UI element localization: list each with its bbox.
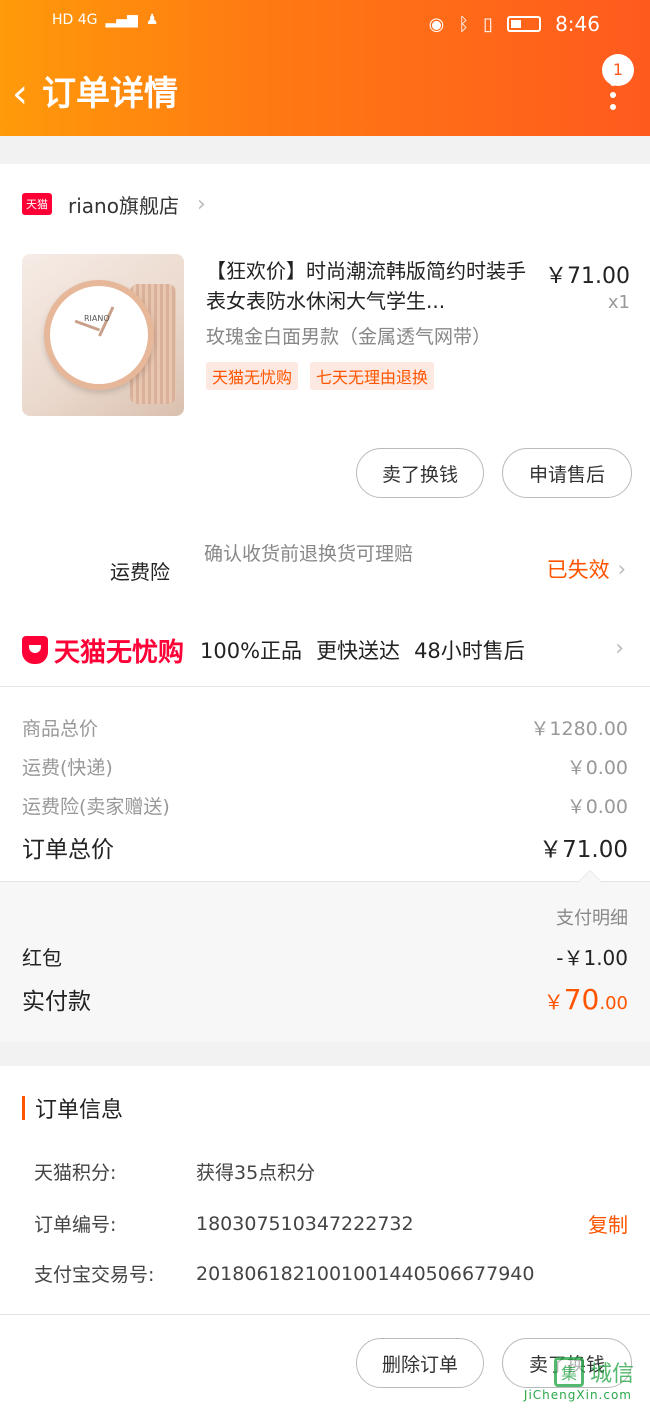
vibrate-icon: ▯ — [483, 13, 494, 35]
signal-icon: ▂▄▆ — [105, 12, 138, 28]
chevron-right-icon: › — [196, 191, 206, 217]
chevron-right-icon: › — [617, 557, 626, 581]
info-row-alipay-no: 支付宝交易号: 2018061821001001440506677940 — [34, 1262, 535, 1287]
battery-icon — [507, 16, 542, 32]
paid-row: 实付款 ￥70.00 — [22, 983, 628, 1016]
network-indicator: HD 4G — [52, 12, 98, 28]
paid-amount: ￥70.00 — [543, 983, 628, 1016]
product-title[interactable]: 【狂欢价】时尚潮流韩版简约时装手表女表防水休闲大气学生... — [206, 256, 536, 316]
caret-up-icon — [578, 870, 602, 882]
wuyou-feature: 100%正品 — [200, 639, 303, 663]
product-price: ￥71.00 — [545, 264, 630, 289]
product-thumbnail[interactable]: RIANO — [22, 254, 184, 416]
order-item-card — [0, 164, 650, 686]
status-bar: HD 4G ▂▄▆ ♟ ◉ ᛒ ▯ 8:46 — [0, 0, 650, 50]
wuyou-brand: 天猫无忧购 — [54, 637, 185, 668]
shield-icon — [22, 636, 48, 664]
freight-insurance-desc: 确认收货前退换货可理赔 — [204, 543, 414, 565]
eye-icon: ◉ — [428, 13, 445, 35]
info-row-points: 天猫积分: 获得35点积分 — [34, 1162, 316, 1184]
info-row-order-no: 订单编号: 180307510347222732 复制 — [34, 1209, 628, 1238]
tmall-wuyou-row[interactable]: 天猫无忧购 100%正品 更快送达 48小时售后 › — [22, 630, 632, 670]
redpacket-row: 红包 -￥1.00 — [22, 946, 628, 970]
summary-row-total: 订单总价 ￥71.00 — [22, 837, 628, 863]
divider — [0, 1314, 650, 1315]
back-icon[interactable]: ‹ — [12, 74, 28, 114]
payment-detail-label[interactable]: 支付明细 — [556, 904, 628, 930]
summary-row-goods: 商品总价 ￥1280.00 — [22, 718, 628, 740]
title-bar: ‹ 订单详情 — [0, 60, 650, 130]
status-time: 8:46 — [555, 12, 600, 36]
chevron-right-icon: › — [615, 636, 624, 661]
freight-insurance-status[interactable]: 已失效 › — [547, 554, 626, 584]
tag-seven-day-return: 七天无理由退换 — [310, 362, 435, 390]
apply-aftersale-button[interactable]: 申请售后 — [502, 448, 632, 498]
wuyou-feature: 更快送达 — [316, 639, 401, 663]
more-icon[interactable] — [608, 80, 618, 120]
wuyou-feature: 48小时售后 — [414, 639, 525, 663]
status-right: ◉ ᛒ ▯ 8:46 — [429, 12, 600, 36]
freight-insurance-label: 运费险 — [110, 560, 170, 584]
sell-for-cash-button[interactable]: 卖了换钱 — [356, 448, 484, 498]
watermark-logo: 集 — [553, 1357, 584, 1387]
copy-button[interactable]: 复制 — [588, 1209, 628, 1238]
product-quantity: x1 — [607, 292, 630, 313]
service-tags: 天猫无忧购 七天无理由退换 — [206, 362, 435, 390]
store-name: riano旗舰店 — [68, 193, 179, 218]
page-title: 订单详情 — [42, 74, 178, 114]
notification-badge[interactable]: 1 — [602, 54, 634, 86]
app-header: HD 4G ▂▄▆ ♟ ◉ ᛒ ▯ 8:46 ‹ 订单详情 1 — [0, 0, 650, 136]
watch-brand: RIANO — [84, 314, 110, 323]
watermark-text: 城信 — [589, 1362, 634, 1387]
site-watermark: 集 城信 — [553, 1356, 634, 1388]
status-left: HD 4G ▂▄▆ ♟ — [52, 12, 158, 28]
bluetooth-icon: ᛒ — [458, 13, 470, 35]
watermark-url: JiChengXin.com — [523, 1388, 632, 1402]
qq-icon: ♟ — [145, 12, 159, 28]
summary-row-freight-insurance: 运费险(卖家赠送) ￥0.00 — [22, 796, 628, 818]
product-sku: 玫瑰金白面男款（金属透气网带） — [206, 326, 492, 348]
tag-tmall-wuyou: 天猫无忧购 — [206, 362, 299, 390]
store-row[interactable]: 天猫 riano旗舰店 › — [22, 188, 206, 220]
tmall-logo-icon: 天猫 — [22, 193, 52, 215]
delete-order-button[interactable]: 删除订单 — [356, 1338, 484, 1388]
summary-row-shipping: 运费(快递) ￥0.00 — [22, 757, 628, 779]
order-info-heading: 订单信息 — [22, 1092, 123, 1124]
